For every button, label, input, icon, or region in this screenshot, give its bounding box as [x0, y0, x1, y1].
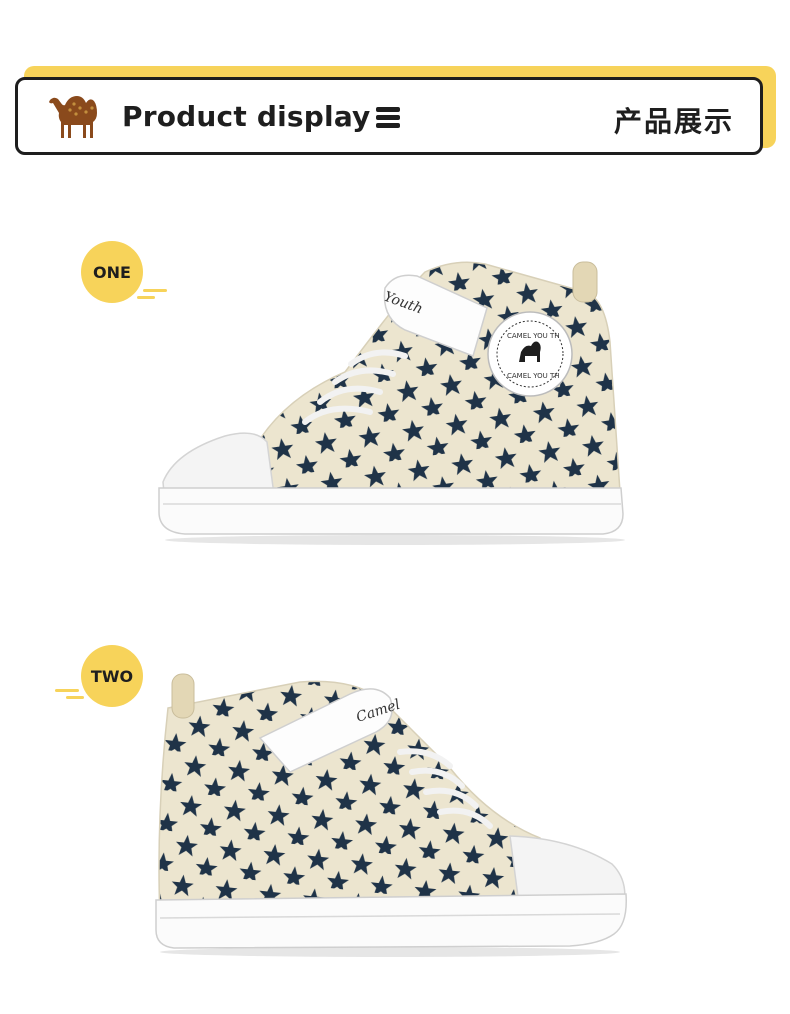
- page-title-en: Product display: [122, 100, 371, 133]
- page-title-cn: 产品展示: [613, 105, 734, 138]
- heel-tab: [572, 261, 598, 303]
- section-badge-two: TWO: [81, 645, 143, 707]
- product-image-two: Camel: [155, 673, 627, 957]
- shoe-shadow: [160, 947, 620, 957]
- shoe-shadow: [165, 535, 625, 545]
- menu-icon[interactable]: [374, 102, 404, 132]
- product-image-one: Youth CAMEL YOU TH CAMEL YOU TH: [158, 261, 625, 545]
- camel-logo-icon: [49, 96, 97, 138]
- heel-tab: [171, 673, 195, 719]
- badge-dash: [137, 296, 155, 299]
- badge-dash: [55, 689, 79, 692]
- patch-text-top: CAMEL YOU TH: [507, 332, 560, 340]
- header-banner: Product display 产品展示: [15, 77, 763, 155]
- badge-dash: [66, 696, 84, 699]
- shoe-sole: [155, 893, 627, 949]
- brand-patch: CAMEL YOU TH CAMEL YOU TH: [487, 311, 573, 397]
- section-badge-one: ONE: [81, 241, 143, 303]
- shoe-sole: [158, 487, 624, 535]
- patch-text-bottom: CAMEL YOU TH: [507, 372, 560, 380]
